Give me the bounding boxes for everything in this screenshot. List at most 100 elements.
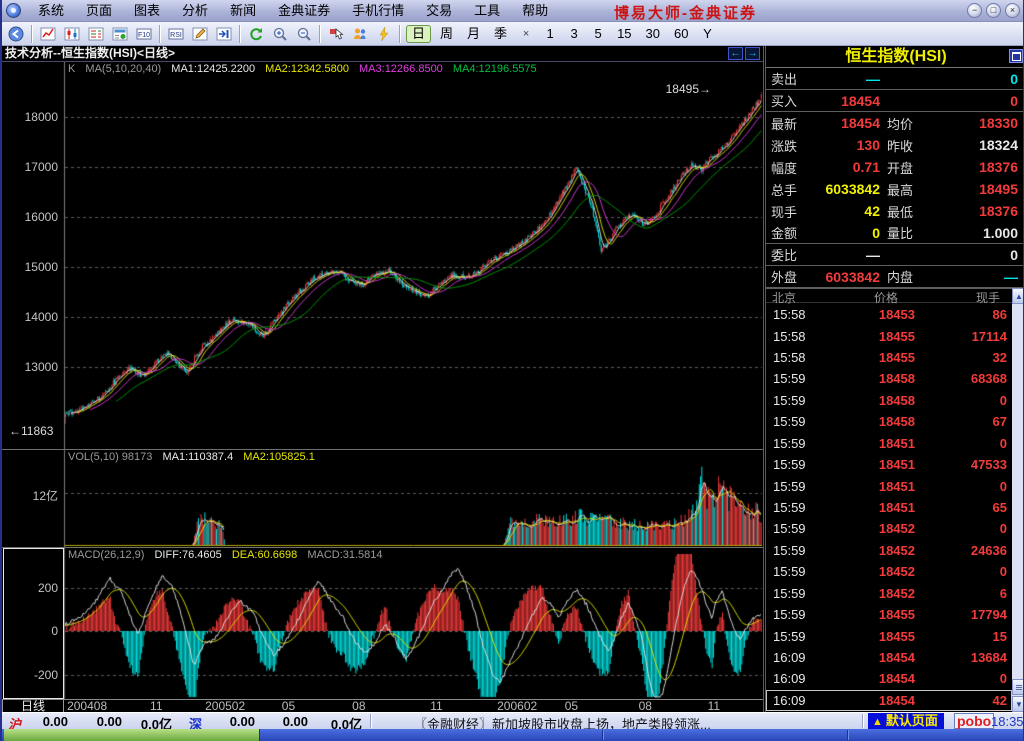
f10-icon[interactable]: F10 [133,24,155,44]
menu-item[interactable]: 新闻 [219,0,267,21]
strip-divider [602,730,604,740]
quote-value: — [816,71,882,87]
tick-row[interactable]: 15:591845147533 [766,454,1012,475]
instrument-name: 恒生指数(HSI) [845,48,946,65]
application-window: 系统页面图表分析新闻金典证券手机行情交易工具帮助 博易大师-金典证券 − □ ×… [0,0,1024,741]
quote-row: 买入184540 [766,90,1024,112]
goto-icon[interactable] [213,24,235,44]
tick-row[interactable]: 15:591845515 [766,625,1012,646]
period-季-button[interactable]: 季 [489,25,512,43]
quote-label: 现手 [766,202,816,221]
period-月-button[interactable]: 月 [462,25,485,43]
ma1-value: MA1:12425.2200 [171,63,255,75]
volume-chart-canvas[interactable] [2,450,763,547]
candlestick-chart-icon[interactable] [61,24,83,44]
price-pane: K MA(5,10,20,40) MA1:12425.2200 MA2:1234… [2,62,763,449]
tick-row[interactable]: 15:59184510 [766,433,1012,454]
period-Y-button[interactable]: Y [697,25,717,43]
tick-row[interactable]: 15:591845224636 [766,540,1012,561]
menu-item[interactable]: 图表 [123,0,171,21]
app-icon[interactable] [6,3,21,18]
tick-time: 15:59 [767,479,829,494]
scroll-up-button[interactable]: ▲ [1012,288,1024,304]
tick-price: 18452 [829,521,917,536]
period-×-button[interactable]: × [516,25,536,43]
restore-button[interactable]: □ [986,3,1001,18]
tick-row[interactable]: 15:59184580 [766,390,1012,411]
tick-row[interactable]: 16:091845442 [766,690,1012,711]
tick-row[interactable]: 15:581845532 [766,347,1012,368]
menu-item[interactable]: 帮助 [511,0,559,21]
tick-table: 15:58184538615:58184551711415:5818455321… [766,304,1012,711]
y-axis-label: 200 [2,581,58,595]
period-日-button[interactable]: 日 [406,25,431,43]
scroll-right-button[interactable]: → [745,47,760,60]
draw-icon[interactable] [189,24,211,44]
tick-row[interactable]: 15:581845386 [766,304,1012,325]
tick-row[interactable]: 16:091845413684 [766,647,1012,668]
tick-row[interactable]: 15:591845867 [766,411,1012,432]
window-controls: − □ × [967,3,1020,18]
menu-item[interactable]: 交易 [415,0,463,21]
toolbar-separator [31,25,33,43]
tick-time: 15:59 [767,629,829,644]
zoom-in-icon[interactable] [269,24,291,44]
tick-row[interactable]: 15:59184510 [766,475,1012,496]
restore-panel-icon[interactable] [1009,49,1023,63]
tick-row[interactable]: 15:59184520 [766,518,1012,539]
quote-list-icon[interactable] [85,24,107,44]
zoom-out-icon[interactable] [293,24,315,44]
menu-item[interactable]: 手机行情 [341,0,415,21]
period-周-button[interactable]: 周 [435,25,458,43]
quote-label: 均价 [882,114,934,133]
users-icon[interactable] [349,24,371,44]
tick-scrollbar[interactable]: ▲ ▼ [1012,288,1024,712]
y-axis-label: -200 [2,668,58,682]
tick-row[interactable]: 15:591845517794 [766,604,1012,625]
period-15-button[interactable]: 15 [612,25,636,43]
scroll-down-button[interactable]: ▼ [1012,696,1024,712]
minimize-button[interactable]: − [967,3,982,18]
menu-item[interactable]: 分析 [171,0,219,21]
menu-item[interactable]: 工具 [463,0,511,21]
quote-value: — [934,269,1024,285]
flash-icon[interactable] [373,24,395,44]
tick-row[interactable]: 15:59184526 [766,582,1012,603]
period-30-button[interactable]: 30 [641,25,665,43]
quote-value: 0 [934,93,1024,109]
tick-price: 18454 [829,693,917,708]
report-icon[interactable] [109,24,131,44]
rsi-icon[interactable]: RSI [165,24,187,44]
period-3-button[interactable]: 3 [564,25,584,43]
close-button[interactable]: × [1005,3,1020,18]
menu-item[interactable]: 页面 [75,0,123,21]
tick-row[interactable]: 15:591845868368 [766,368,1012,389]
volume-axis-label: 12亿 [2,487,58,504]
back-icon[interactable] [5,24,27,44]
period-1-button[interactable]: 1 [540,25,560,43]
refresh-icon[interactable] [245,24,267,44]
price-indicator-header: K MA(5,10,20,40) MA1:12425.2200 MA2:1234… [68,63,544,75]
tick-row[interactable]: 15:581845517114 [766,325,1012,346]
toolbar-separator [399,25,401,43]
period-60-button[interactable]: 60 [669,25,693,43]
tick-row[interactable]: 15:591845165 [766,497,1012,518]
macd-chart-canvas[interactable] [2,548,763,700]
menu-item[interactable]: 系统 [27,0,75,21]
price-chart-canvas[interactable] [2,62,763,449]
quote-label: 量比 [882,223,934,242]
tick-row[interactable]: 15:59184520 [766,561,1012,582]
menu-item[interactable]: 金典证券 [267,0,341,21]
tick-time: 15:59 [767,586,829,601]
quote-label: 总手 [766,180,816,199]
period-5-button[interactable]: 5 [588,25,608,43]
scroll-left-button[interactable]: ← [728,47,743,60]
scroll-thumb[interactable] [1012,679,1024,695]
tick-row[interactable]: 16:09184540 [766,668,1012,689]
default-page-button[interactable]: ▲默认页面 [868,713,944,729]
line-chart-icon[interactable] [37,24,59,44]
scroll-track[interactable] [1012,304,1024,696]
quote-label: 内盘 [882,267,934,286]
quote-value: 6033842 [816,269,882,285]
pointer-icon[interactable] [325,24,347,44]
